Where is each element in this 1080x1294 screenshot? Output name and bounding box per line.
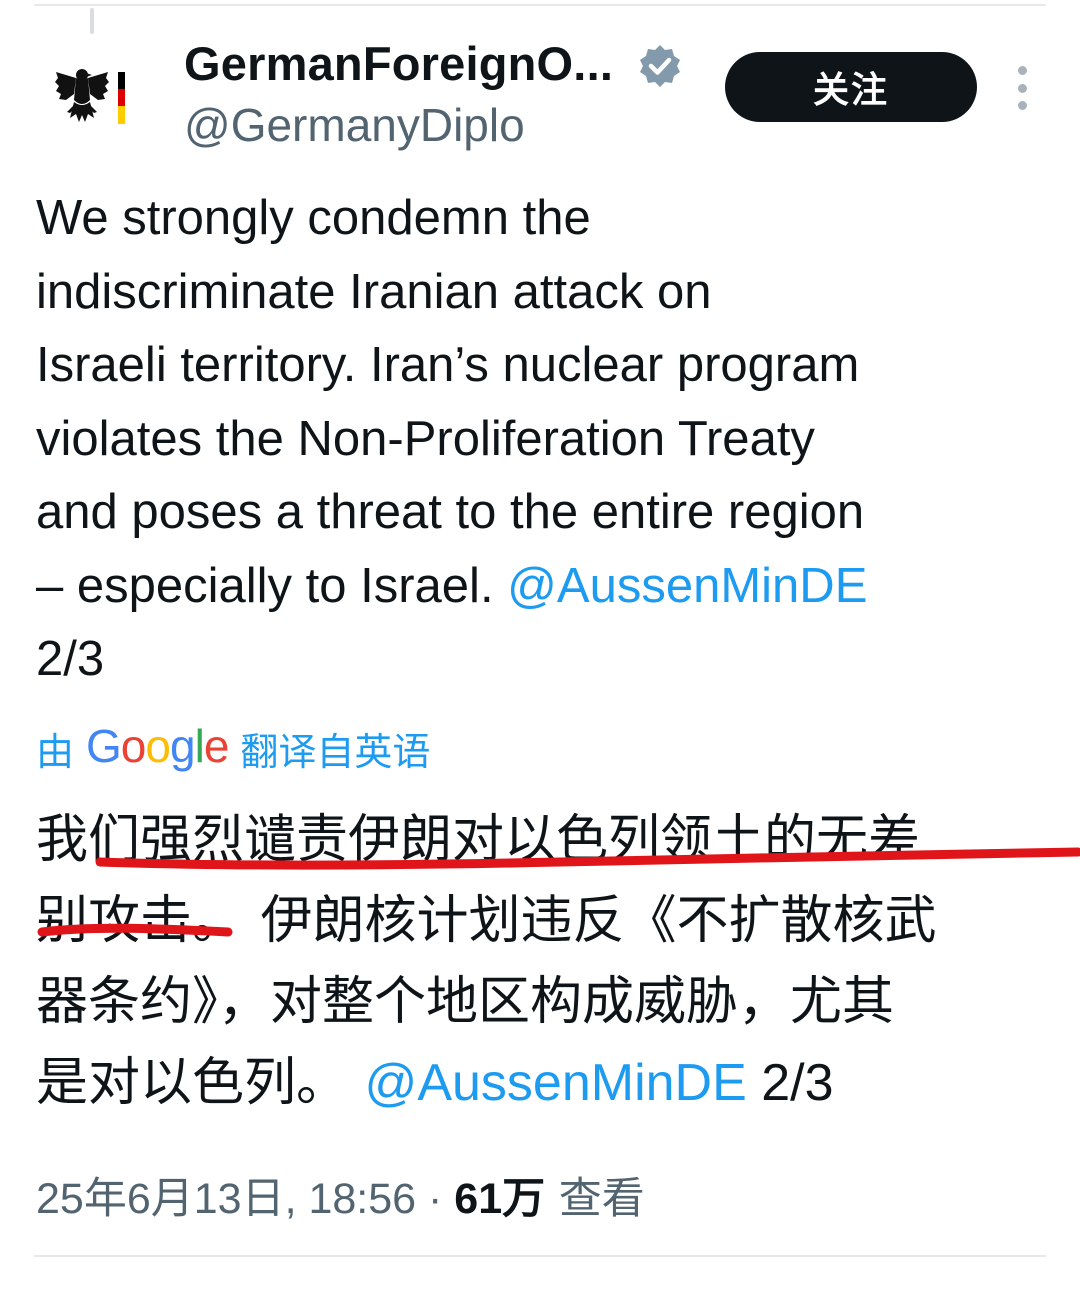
views-label: 查看 bbox=[545, 1174, 645, 1224]
translation-by-label: 由 bbox=[36, 729, 75, 774]
more-vertical-icon[interactable] bbox=[1010, 66, 1034, 110]
thread-count: 2/3 bbox=[36, 632, 105, 686]
tweet-line-text: – especially to Israel. bbox=[36, 558, 508, 613]
translated-line: 我们强烈谴责伊朗对以色列领土的无差 bbox=[36, 810, 921, 870]
mention-link[interactable]: @AussenMinDE bbox=[365, 1054, 747, 1112]
tweet-line: We strongly condemn the bbox=[36, 191, 591, 245]
bottom-divider bbox=[34, 1255, 1046, 1257]
translated-line: 别攻击。 伊朗核计划违反《不扩散核武 bbox=[36, 891, 937, 951]
tweet-text: We strongly condemn the indiscriminate I… bbox=[36, 182, 1046, 697]
google-logo: Google bbox=[86, 720, 229, 772]
follow-button[interactable]: 关注 bbox=[725, 52, 977, 122]
translated-text: 我们强烈谴责伊朗对以色列领土的无差 别攻击。 伊朗核计划违反《不扩散核武 器条约… bbox=[36, 800, 1046, 1124]
federal-eagle-logo-icon bbox=[55, 69, 125, 124]
thread-connector bbox=[90, 8, 94, 34]
tweet-line: Israeli territory. Iran’s nuclear progra… bbox=[36, 338, 860, 392]
views-count: 61万 bbox=[454, 1175, 546, 1223]
top-divider bbox=[34, 4, 1046, 6]
mention-link[interactable]: @AussenMinDE bbox=[507, 559, 867, 613]
tweet-line: and poses a threat to the entire region bbox=[36, 485, 865, 539]
author-name[interactable]: GermanForeignO... bbox=[184, 36, 613, 91]
verified-badge-icon bbox=[636, 42, 684, 90]
meta-separator: · bbox=[416, 1175, 455, 1223]
tweet-meta: 25年6月13日, 18:56 · 61万 查看 bbox=[36, 1164, 645, 1226]
tweet-line: – especially to Israel. @AussenMinDE bbox=[36, 550, 1046, 624]
avatar[interactable] bbox=[54, 60, 134, 140]
author-handle[interactable]: @GermanyDiplo bbox=[184, 98, 525, 152]
timestamp[interactable]: 25年6月13日, 18:56 bbox=[36, 1175, 416, 1223]
translation-from-label: 翻译自英语 bbox=[240, 729, 431, 774]
translated-line: 是对以色列。 @AussenMinDE 2/3 bbox=[36, 1043, 1046, 1124]
tweet-line: indiscriminate Iranian attack on bbox=[36, 264, 712, 319]
thread-count: 2/3 bbox=[746, 1054, 834, 1112]
translated-line-text: 是对以色列。 bbox=[36, 1053, 365, 1113]
translation-attribution[interactable]: 由 Google 翻译自英语 bbox=[36, 720, 430, 776]
tweet-line: violates the Non-Proliferation Treaty bbox=[36, 411, 815, 466]
translated-line: 器条约》，对整个地区构成威胁，尤其 bbox=[36, 972, 895, 1032]
